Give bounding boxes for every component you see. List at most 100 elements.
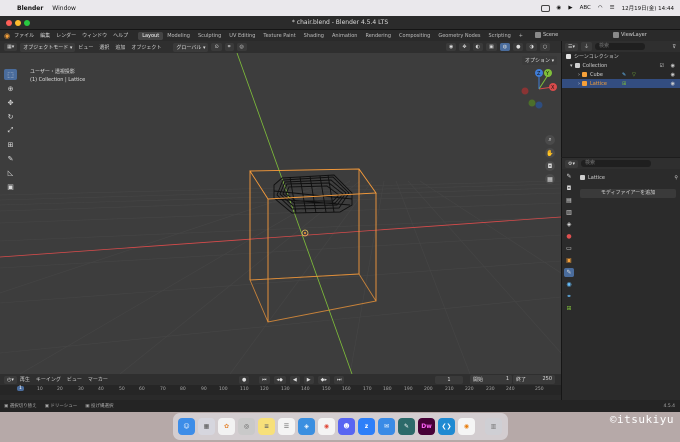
play-icon[interactable]: ▶: [303, 375, 314, 384]
visibility-eye-icon[interactable]: ◉: [671, 72, 675, 78]
editor-type-icon[interactable]: ▦▾: [4, 43, 18, 51]
blender-icon[interactable]: ◉: [458, 418, 475, 435]
blender-logo-icon[interactable]: ◉: [4, 32, 10, 40]
snap-icon[interactable]: ⌗: [224, 43, 234, 51]
tab-layout[interactable]: Layout: [138, 31, 164, 40]
pivot-icon[interactable]: ⊙: [211, 43, 222, 51]
next-key-icon[interactable]: ◆▸: [317, 375, 330, 384]
overlay-icon[interactable]: ◐: [472, 43, 483, 51]
render-tab-icon[interactable]: ◘: [564, 184, 574, 193]
properties-search[interactable]: 検索: [581, 160, 651, 167]
measure-tool[interactable]: ◺: [4, 167, 17, 178]
filter-icon[interactable]: ⏚: [581, 42, 593, 51]
material-shading-icon[interactable]: ◑: [526, 43, 537, 51]
play-reverse-icon[interactable]: ◀: [289, 375, 300, 384]
outliner-search[interactable]: 検索: [595, 43, 646, 50]
mail-icon[interactable]: ✉: [378, 418, 395, 435]
navigation-gizmo[interactable]: X Y Z: [517, 67, 557, 109]
menu-render[interactable]: レンダー: [56, 32, 76, 39]
exclude-checkbox[interactable]: ☑: [660, 63, 664, 69]
solid-shading-icon[interactable]: ●: [513, 43, 524, 51]
autokey-icon[interactable]: ●: [239, 375, 250, 384]
tab-compositing[interactable]: Compositing: [395, 32, 434, 40]
rotate-tool[interactable]: ↻: [4, 111, 17, 122]
menu-keying[interactable]: キーイング: [36, 376, 61, 383]
constraints-tab-icon[interactable]: ⚭: [564, 292, 574, 301]
3d-viewport[interactable]: ユーザー・透視投影 (1) Collection | Lattice ⬚ ⊕ ✥…: [0, 53, 561, 374]
visibility-icon[interactable]: ◉: [446, 43, 457, 51]
scene-selector[interactable]: Scene: [535, 32, 558, 38]
output-tab-icon[interactable]: ▤: [564, 196, 574, 205]
menubar-window[interactable]: Window: [52, 5, 76, 12]
outliner-row-lattice[interactable]: › Lattice ⊞ ◉: [562, 79, 680, 88]
tab-sculpting[interactable]: Sculpting: [194, 32, 225, 40]
timeline-ruler[interactable]: 1 10 20 30 40 50 60 70 80 90 100 110 120…: [0, 385, 561, 395]
annotate-tool[interactable]: ✎: [4, 153, 17, 164]
add-cube-tool[interactable]: ▣: [4, 181, 17, 192]
menu-window[interactable]: ウィンドウ: [82, 32, 107, 39]
collection-tab-icon[interactable]: ▭: [564, 244, 574, 253]
notes-icon[interactable]: ≡: [258, 418, 275, 435]
tab-geometry-nodes[interactable]: Geometry Nodes: [434, 32, 484, 40]
proportional-edit-icon[interactable]: ◎: [236, 43, 247, 51]
end-frame-field[interactable]: 終了 250: [513, 375, 555, 384]
mode-selector[interactable]: オブジェクトモード ▾: [20, 42, 76, 52]
playhead[interactable]: 1: [17, 386, 24, 391]
options-dropdown[interactable]: オプション ▾: [522, 56, 558, 65]
tab-shading[interactable]: Shading: [300, 32, 328, 40]
tab-rendering[interactable]: Rendering: [361, 32, 395, 40]
wireframe-shading-icon[interactable]: ◍: [499, 43, 511, 51]
cursor-tool[interactable]: ⊕: [4, 83, 17, 94]
select-box-tool[interactable]: ⬚: [4, 69, 17, 80]
tool-tab-icon[interactable]: ✎: [564, 172, 574, 181]
scene-tab-icon[interactable]: ◈: [564, 220, 574, 229]
outliner-row-collection[interactable]: ▾ Collection ☑ ◉: [562, 61, 680, 70]
finder-icon[interactable]: ☺: [178, 418, 195, 435]
properties-type-icon[interactable]: ⚙▾: [565, 159, 578, 168]
ortho-grid-icon[interactable]: ▦: [545, 174, 555, 184]
rendered-shading-icon[interactable]: ○: [539, 43, 551, 51]
start-frame-field[interactable]: 開始 1: [470, 375, 512, 384]
menu-add[interactable]: 追加: [115, 44, 125, 51]
chrome-icon[interactable]: ◎: [238, 418, 255, 435]
date-time[interactable]: 12月19日(金) 14:44: [622, 4, 674, 12]
trash-icon[interactable]: ▥: [485, 418, 502, 435]
tab-texture-paint[interactable]: Texture Paint: [259, 32, 299, 40]
tab-modeling[interactable]: Modeling: [163, 32, 194, 40]
scene-collection-row[interactable]: シーンコレクション: [562, 52, 680, 61]
scale-tool[interactable]: ⤢: [4, 125, 17, 136]
menu-object[interactable]: オブジェクト: [131, 44, 161, 51]
menubar-app-name[interactable]: Blender: [17, 5, 43, 12]
photos-icon[interactable]: ✿: [218, 418, 235, 435]
pencil-app-icon[interactable]: ✎: [398, 418, 415, 435]
control-center-icon[interactable]: ☰: [610, 5, 615, 11]
pin-icon[interactable]: ⚲: [674, 175, 678, 181]
move-tool[interactable]: ✥: [4, 97, 17, 108]
menu-playback[interactable]: 再生: [20, 376, 30, 383]
menu-timeline-view[interactable]: ビュー: [67, 376, 82, 383]
outliner-row-cube[interactable]: › Cube ✎ ▽ ◉: [562, 70, 680, 79]
play-icon[interactable]: ▶: [568, 5, 572, 11]
safari-icon[interactable]: ◈: [298, 418, 315, 435]
menu-edit[interactable]: 編集: [40, 32, 50, 39]
launchpad-icon[interactable]: ▦: [198, 418, 215, 435]
visibility-eye-icon[interactable]: ◉: [671, 63, 675, 69]
prev-key-icon[interactable]: ◂◆: [273, 375, 286, 384]
discord-icon[interactable]: ☻: [338, 418, 355, 435]
world-tab-icon[interactable]: ●: [564, 232, 574, 241]
physics-tab-icon[interactable]: ◉: [564, 280, 574, 289]
mesh-data-icon[interactable]: ▽: [632, 72, 636, 78]
pan-hand-icon[interactable]: ✋: [545, 148, 555, 158]
menu-marker[interactable]: マーカー: [88, 376, 108, 383]
xray-icon[interactable]: ▣: [485, 43, 497, 51]
zoom-icon[interactable]: ⌕: [545, 135, 555, 145]
view-layer-tab-icon[interactable]: ▥: [564, 208, 574, 217]
menu-view[interactable]: ビュー: [78, 44, 93, 51]
transform-tool[interactable]: ⊞: [4, 139, 17, 150]
timeline-type-icon[interactable]: ◴▾: [4, 375, 17, 384]
reminders-icon[interactable]: ☰: [278, 418, 295, 435]
expand-icon[interactable]: ›: [578, 72, 580, 78]
transform-orientation[interactable]: グローバル ▾: [173, 42, 209, 52]
jump-start-icon[interactable]: ⏮: [259, 375, 270, 384]
chair-mesh[interactable]: [273, 174, 353, 214]
